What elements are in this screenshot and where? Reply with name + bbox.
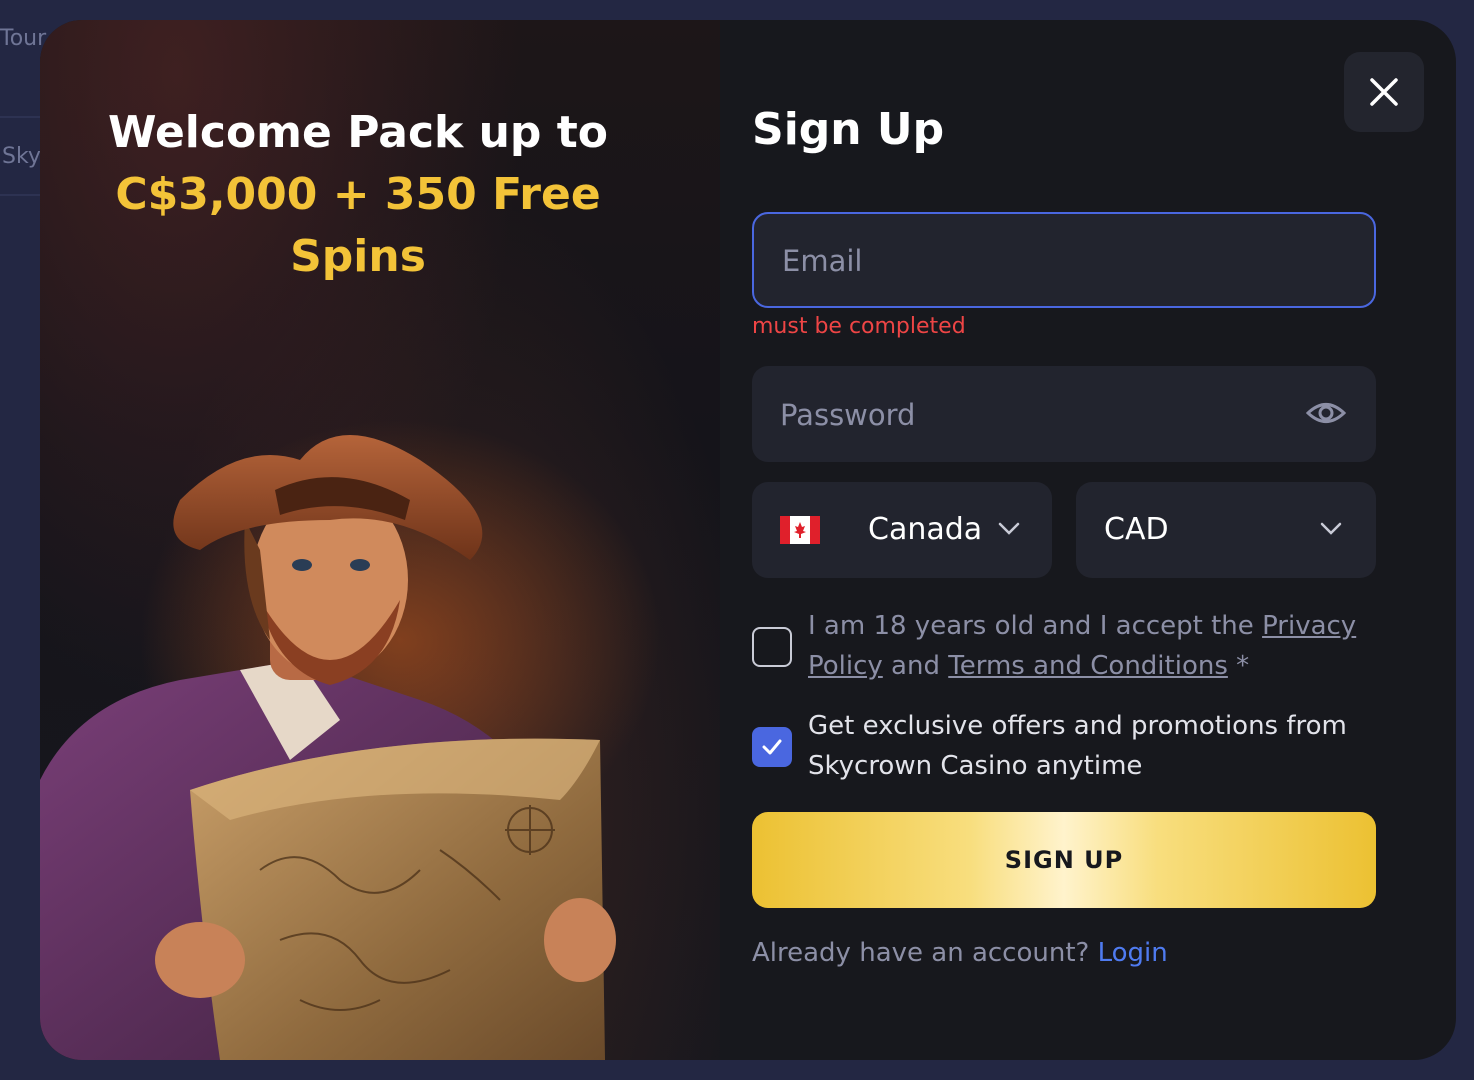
country-selected-value: Canada [868,512,983,547]
offers-checkbox[interactable] [752,727,792,767]
signup-modal: Welcome Pack up to C$3,000 + 350 Free Sp… [40,20,1456,1060]
canada-flag-icon [780,516,820,544]
sign-up-button[interactable]: SIGN UP [752,812,1376,908]
required-asterisk: * [1227,651,1250,681]
chevron-down-icon [998,522,1020,535]
promo-title: Welcome Pack up to C$3,000 + 350 Free Sp… [40,102,676,288]
currency-selected-value: CAD [1104,512,1169,547]
login-prompt-text: Already have an account? [752,938,1098,968]
checkmark-icon [762,739,782,755]
terms-checkbox[interactable] [752,627,792,667]
form-title: Sign Up [752,104,945,155]
chevron-down-icon [1320,522,1342,535]
offers-text: Get exclusive offers and promotions from… [808,711,1347,781]
password-input[interactable] [778,366,1262,464]
explorer-illustration [40,420,660,1060]
login-prompt: Already have an account? Login [752,938,1168,968]
background-text: Sky [2,144,41,169]
terms-text: I am 18 years old and I accept the Priva… [808,606,1368,686]
promo-panel: Welcome Pack up to C$3,000 + 350 Free Sp… [40,20,720,1060]
terms-prefix: I am 18 years old and I accept the [808,611,1263,641]
terms-and-conditions-link[interactable]: Terms and Conditions [948,651,1228,681]
background-divider [0,116,40,118]
country-select[interactable]: Canada [752,482,1052,578]
terms-middle: and [882,651,949,681]
login-link[interactable]: Login [1098,938,1168,968]
email-field[interactable] [752,212,1376,308]
eye-icon[interactable] [1306,398,1346,428]
promo-title-line: Welcome Pack up to [107,107,609,158]
close-button[interactable] [1344,52,1424,132]
password-field[interactable] [752,366,1376,464]
email-error-text: must be completed [752,314,966,339]
background-divider [0,194,40,196]
promo-bonus-amount: C$3,000 + 350 Free Spins [115,169,601,282]
close-icon [1370,78,1398,106]
email-input[interactable] [780,214,1264,308]
currency-select[interactable]: CAD [1076,482,1376,578]
